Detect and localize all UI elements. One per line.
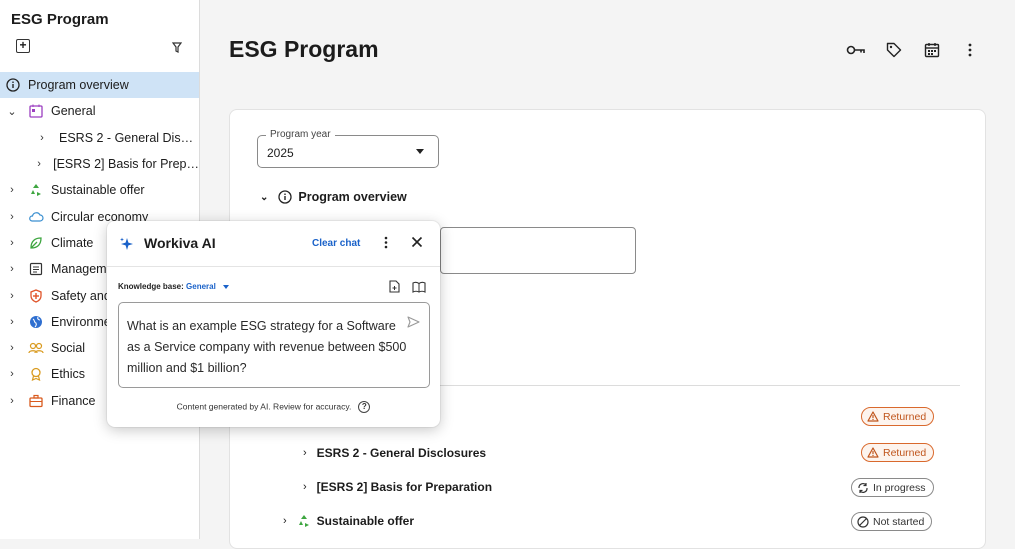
sidebar-title: ESG Program [11,11,109,28]
status-badge: Returned [861,407,935,426]
info-icon [278,190,293,204]
row-esrs2-general[interactable]: › ESRS 2 - General Disclosures [303,446,486,460]
recycle-icon [28,182,44,198]
people-icon [28,340,44,356]
sidebar-item-label: Finance [51,393,96,408]
ai-disclaimer: Content generated by AI. Review for accu… [107,401,440,413]
sidebar-item-label: Climate [51,235,94,250]
knowledge-base-label: Knowledge base: [118,282,184,291]
sidebar-item-label: Manageme [51,262,114,277]
chevron-right-icon[interactable]: › [6,316,18,328]
warning-icon [867,447,879,458]
chevron-right-icon[interactable]: › [6,237,18,249]
chevron-right-icon[interactable]: › [6,395,18,407]
cloud-icon [28,209,44,225]
program-year-value: 2025 [267,146,294,160]
calendar-icon[interactable] [922,40,942,60]
program-year-select[interactable]: Program year 2025 [257,129,439,168]
add-document-icon[interactable] [389,280,400,298]
chevron-right-icon[interactable]: › [6,263,18,275]
warning-icon [867,411,879,422]
more-vertical-icon[interactable] [384,236,388,254]
overview-input[interactable] [440,227,636,274]
key-icon[interactable] [846,40,866,60]
divider [440,385,960,386]
row-sustainable-offer[interactable]: › Sustainable offer [283,514,414,528]
info-icon [5,77,21,93]
sidebar-item-label: [ESRS 2] Basis for Prep… [53,157,199,172]
knowledge-base-selector[interactable]: Knowledge base: General [118,282,230,291]
ai-panel: Workiva AI Clear chat Knowledge base: Ge… [107,221,440,427]
ai-tools [389,280,426,298]
chevron-right-icon[interactable]: › [6,211,18,223]
knowledge-base-value: General [186,282,216,291]
sidebar-item-esrs2-general[interactable]: › ESRS 2 - General Dis… [0,125,199,151]
sidebar-item-label: Environme [51,314,111,329]
chevron-right-icon[interactable]: › [303,481,307,493]
badge-icon [28,366,44,382]
sidebar-item-label: Ethics [51,367,86,382]
chevron-right-icon[interactable]: › [303,447,307,459]
sidebar-item-label: General [51,104,96,119]
program-year-label: Program year [266,129,335,140]
sparkle-icon [119,236,135,257]
row-esrs2-basis[interactable]: › [ESRS 2] Basis for Preparation [303,480,492,494]
chevron-right-icon[interactable]: › [36,132,48,144]
header-toolbar [846,40,980,60]
sidebar-item-esrs2-basis[interactable]: › [ESRS 2] Basis for Prep… [0,151,199,177]
ai-prompt-text: What is an example ESG strategy for a So… [127,319,407,375]
chevron-right-icon[interactable]: › [283,515,287,527]
chevron-right-icon[interactable]: › [6,342,18,354]
section-title: Program overview [298,190,407,204]
sidebar-item-label: Social [51,341,86,356]
row-label: ESRS 2 - General Disclosures [316,446,487,460]
chevron-right-icon[interactable]: › [36,158,42,170]
shield-icon [28,288,44,304]
status-badge: Not started [851,512,933,531]
chevron-right-icon[interactable]: › [6,184,18,196]
program-overview-header[interactable]: ⌄ Program overview [260,190,407,204]
send-icon[interactable] [407,315,420,333]
filter-icon[interactable] [171,40,183,58]
globe-icon [28,314,44,330]
sidebar-item-label: Safety and [51,288,111,303]
blocked-icon [857,515,869,528]
ai-panel-header: Workiva AI Clear chat [107,221,440,267]
chevron-right-icon[interactable]: › [6,290,18,302]
help-icon[interactable]: ? [358,401,371,413]
book-icon[interactable] [412,280,426,298]
sidebar-item-label: Program overview [28,78,129,93]
leaf-icon [28,235,44,251]
tag-icon[interactable] [884,40,904,60]
sidebar-item-label: Sustainable offer [51,183,145,198]
sync-icon [857,482,869,494]
ai-prompt-input[interactable]: What is an example ESG strategy for a So… [118,302,430,388]
add-icon[interactable]: + [16,39,30,53]
row-label: [ESRS 2] Basis for Preparation [316,480,493,494]
calendar-icon [28,103,44,119]
chevron-down-icon[interactable]: ⌄ [6,105,18,118]
list-icon [28,261,44,277]
close-icon[interactable] [411,235,423,253]
row-label: Sustainable offer [316,514,415,528]
status-badge: In progress [851,478,934,497]
caret-down-icon [416,149,424,154]
sidebar-item-label: ESRS 2 - General Dis… [59,130,194,145]
sidebar-item-sustainable-offer[interactable]: › Sustainable offer [0,177,199,203]
status-badge: Returned [861,443,935,462]
ai-panel-title: Workiva AI [144,235,216,251]
page-title: ESG Program [229,36,379,62]
briefcase-icon [28,393,44,409]
sidebar-item-general[interactable]: ⌄ General [0,98,199,124]
chevron-right-icon[interactable]: › [6,368,18,380]
more-vertical-icon[interactable] [960,40,980,60]
recycle-icon [297,514,311,528]
sidebar-item-program-overview[interactable]: Program overview [0,72,199,99]
caret-down-icon [223,284,230,289]
chevron-down-icon[interactable]: ⌄ [260,192,268,203]
clear-chat-button[interactable]: Clear chat [312,238,360,249]
